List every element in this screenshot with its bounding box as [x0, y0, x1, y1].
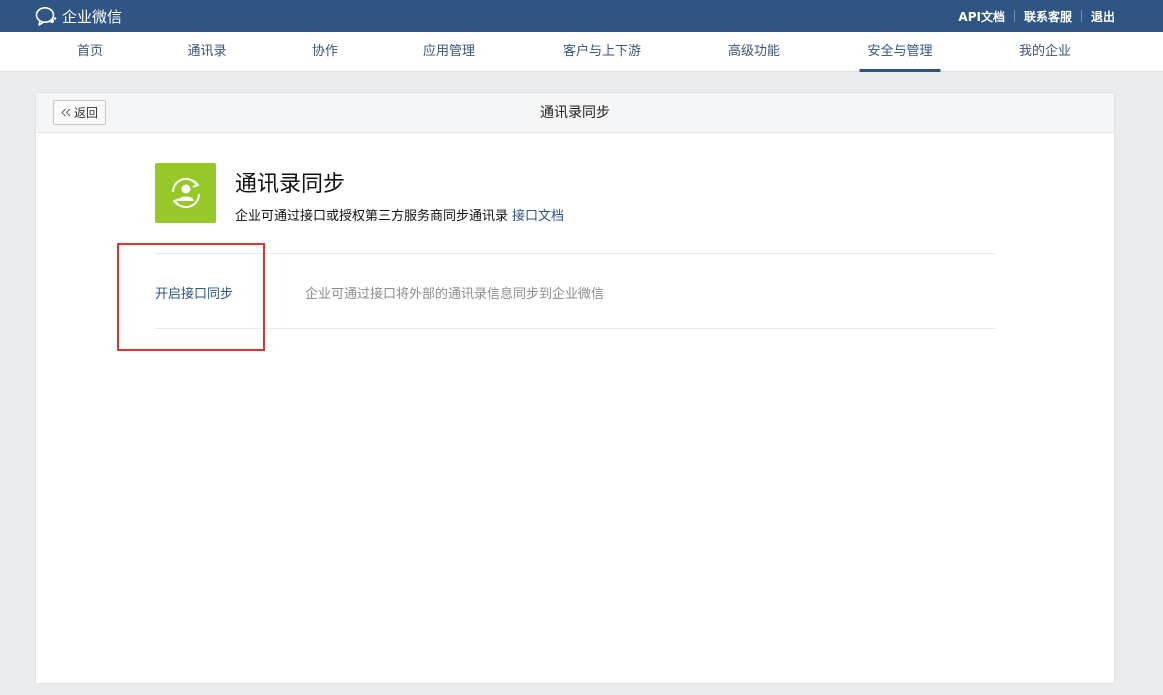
- feature-description: 企业可通过接口或授权第三方服务商同步通讯录 接口文档: [235, 205, 564, 224]
- page-title: 通讯录同步: [540, 105, 610, 121]
- main-nav: 首页 通讯录 协作 应用管理 客户与上下游 高级功能 安全与管理 我的企业: [0, 32, 1163, 72]
- nav-item-customers[interactable]: 客户与上下游: [563, 32, 641, 72]
- api-doc-inline-link[interactable]: 接口文档: [512, 209, 564, 224]
- contact-support-link[interactable]: 联系客服: [1024, 8, 1072, 25]
- api-doc-link[interactable]: API文档: [958, 8, 1005, 25]
- feature-description-text: 企业可通过接口或授权第三方服务商同步通讯录: [235, 209, 509, 224]
- top-links: API文档 联系客服 退出: [958, 0, 1115, 32]
- divider: [155, 253, 995, 254]
- separator: [1080, 10, 1082, 22]
- wecom-logo-icon: [35, 6, 57, 26]
- nav-item-app-management[interactable]: 应用管理: [423, 32, 475, 72]
- nav-item-collaboration[interactable]: 协作: [312, 32, 338, 72]
- back-button[interactable]: 返回: [53, 100, 107, 125]
- app-name: 企业微信: [62, 7, 123, 26]
- highlight-box: [117, 243, 265, 351]
- content-panel: 通讯录同步 返回 通讯录同步 企业可通过接口或授权第三方服务商同步通讯录 接口文档…: [35, 92, 1115, 684]
- logout-link[interactable]: 退出: [1091, 8, 1115, 25]
- nav-item-security[interactable]: 安全与管理: [859, 32, 941, 72]
- nav-item-home[interactable]: 首页: [77, 32, 103, 72]
- app-logo[interactable]: 企业微信: [35, 0, 122, 32]
- back-label: 返回: [74, 106, 99, 120]
- double-chevron-left-icon: [61, 106, 71, 120]
- nav-item-my-enterprise[interactable]: 我的企业: [1019, 32, 1071, 72]
- nav-item-contacts[interactable]: 通讯录: [187, 32, 226, 72]
- divider: [155, 328, 995, 329]
- panel-header: 通讯录同步 返回: [36, 93, 1114, 133]
- feature-title: 通讯录同步: [235, 172, 346, 197]
- top-bar: 企业微信 API文档 联系客服 退出: [0, 0, 1163, 32]
- separator: [1013, 10, 1015, 22]
- enable-api-sync-description: 企业可通过接口将外部的通讯录信息同步到企业微信: [305, 287, 605, 302]
- contact-sync-icon: [155, 163, 216, 223]
- nav-item-advanced[interactable]: 高级功能: [728, 32, 780, 72]
